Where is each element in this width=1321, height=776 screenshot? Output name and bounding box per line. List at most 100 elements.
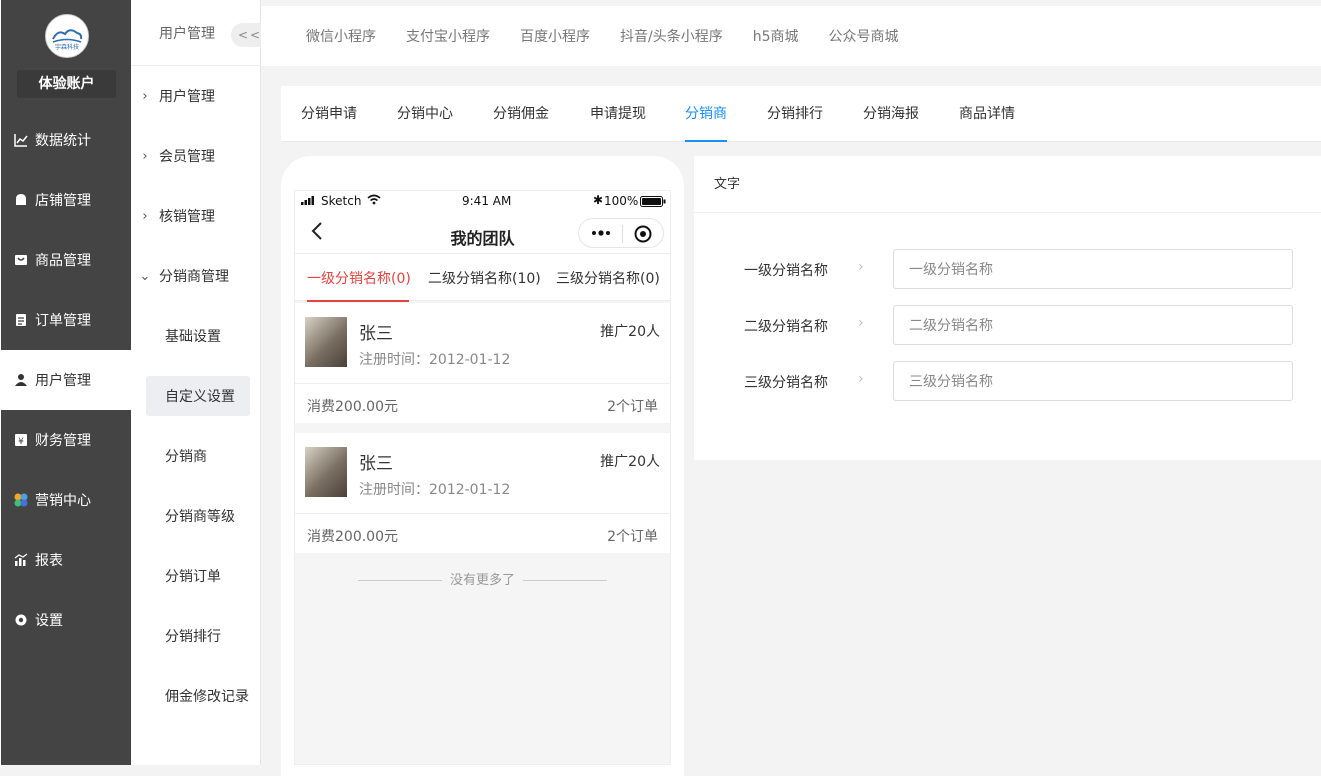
level2-name-input[interactable]: [893, 305, 1293, 345]
platform-h5-mall[interactable]: h5商城: [753, 26, 799, 46]
user-icon: [13, 372, 29, 388]
tab-distribution-apply[interactable]: 分销申请: [301, 86, 357, 142]
sidebar-item-label: 店铺管理: [35, 193, 91, 209]
svg-text:¥: ¥: [18, 437, 24, 447]
sub-item-distribution-orders[interactable]: 分销订单: [146, 556, 250, 596]
chevron-right-icon: ›: [858, 315, 864, 331]
sidebar-item-marketing[interactable]: 营销中心: [1, 470, 132, 530]
sidebar-item-label: 财务管理: [35, 433, 91, 449]
sub-group-label: 分销商管理: [159, 269, 229, 285]
level3-name-input[interactable]: [893, 361, 1293, 401]
finance-icon: ¥: [13, 432, 29, 448]
tab-distribution-ranking[interactable]: 分销排行: [767, 86, 823, 142]
sub-sidebar: 用户管理 << › 用户管理 › 会员管理 › 核销管理 ⌄ 分销商管理 基础设…: [131, 0, 261, 765]
more-icon[interactable]: [591, 225, 611, 245]
clock: 9:41 AM: [462, 194, 512, 208]
sub-item-basic-settings[interactable]: 基础设置: [146, 316, 250, 356]
avatar: [305, 317, 347, 367]
sub-item-distribution-ranking[interactable]: 分销排行: [146, 616, 250, 656]
sidebar-item-orders[interactable]: 订单管理: [1, 290, 132, 350]
sidebar-item-users[interactable]: 用户管理: [1, 350, 132, 410]
sidebar-item-shop[interactable]: 店铺管理: [1, 170, 132, 230]
report-icon: [13, 552, 29, 568]
sub-group-member-management[interactable]: › 会员管理: [131, 126, 261, 186]
chevron-right-icon: ›: [142, 88, 148, 104]
level-tab-third[interactable]: 三级分销名称(0): [556, 268, 660, 288]
tab-distribution-commission[interactable]: 分销佣金: [493, 86, 549, 142]
collapse-button[interactable]: <<: [231, 23, 261, 47]
member-orders: 2个订单: [607, 529, 658, 545]
member-reg-time: 注册时间：2012-01-12: [359, 352, 511, 368]
miniapp-capsule: [578, 218, 664, 248]
bluetooth-icon: ✱: [593, 193, 604, 207]
tab-product-detail[interactable]: 商品详情: [959, 86, 1015, 142]
phone-screen: Sketch 9:41 AM ✱ 100% 我的团队 一级分销名称(0) 二级分…: [294, 190, 671, 765]
settings-icon: [13, 612, 29, 628]
sidebar-item-settings[interactable]: 设置: [1, 590, 132, 650]
sidebar-item-reports[interactable]: 报表: [1, 530, 132, 590]
platform-wechat-miniapp[interactable]: 微信小程序: [306, 26, 376, 46]
chevron-down-icon: ⌄: [139, 268, 151, 284]
phone-nav-bar: 我的团队: [295, 213, 670, 253]
sub-group-distributor-management[interactable]: ⌄ 分销商管理: [131, 246, 261, 306]
level-tab-second[interactable]: 二级分销名称(10): [428, 268, 541, 288]
tab-distributor[interactable]: 分销商: [685, 86, 727, 142]
member-promo-count: 推广20人: [600, 324, 660, 340]
sidebar-item-finance[interactable]: ¥ 财务管理: [1, 410, 132, 470]
member-card-footer: 消费200.00元 2个订单: [295, 513, 670, 553]
tab-withdraw-apply[interactable]: 申请提现: [590, 86, 646, 142]
goods-icon: [13, 252, 29, 268]
chevron-right-icon: ›: [858, 371, 864, 387]
level-tab-first[interactable]: 一级分销名称(0): [307, 268, 411, 288]
sub-group-user-management[interactable]: › 用户管理: [131, 66, 261, 126]
sub-item-distributor-levels[interactable]: 分销商等级: [146, 496, 250, 536]
level-tab-indicator: [307, 300, 409, 302]
tab-distribution-poster[interactable]: 分销海报: [863, 86, 919, 142]
member-promo-count: 推广20人: [600, 454, 660, 470]
wifi-icon: [367, 194, 381, 208]
sub-group-label: 会员管理: [159, 149, 215, 165]
signal-icon: [301, 194, 317, 208]
sub-group-verification[interactable]: › 核销管理: [131, 186, 261, 246]
platform-alipay-miniapp[interactable]: 支付宝小程序: [406, 26, 490, 46]
level1-name-row: 一级分销名称 ›: [694, 249, 1321, 289]
platform-douyin-miniapp[interactable]: 抖音/头条小程序: [620, 26, 723, 46]
sub-item-commission-log[interactable]: 佣金修改记录: [146, 676, 250, 716]
sidebar-item-label: 用户管理: [35, 373, 91, 389]
no-more-indicator: 没有更多了: [295, 569, 670, 588]
sidebar-item-label: 数据统计: [35, 133, 91, 149]
panel-title: 文字: [694, 156, 1321, 213]
sub-item-custom-settings[interactable]: 自定义设置: [146, 376, 250, 416]
member-card[interactable]: 张三 注册时间：2012-01-12 推广20人 消费200.00元 2个订单: [295, 303, 670, 423]
carrier-label: Sketch: [321, 194, 362, 208]
member-card[interactable]: 张三 注册时间：2012-01-12 推广20人 消费200.00元 2个订单: [295, 433, 670, 553]
platform-baidu-miniapp[interactable]: 百度小程序: [520, 26, 590, 46]
account-label[interactable]: 体验账户: [17, 70, 116, 98]
platform-official-account-mall[interactable]: 公众号商城: [829, 26, 899, 46]
member-reg-time: 注册时间：2012-01-12: [359, 482, 511, 498]
sidebar-item-label: 商品管理: [35, 253, 91, 269]
level2-name-row: 二级分销名称 ›: [694, 305, 1321, 345]
member-spend: 消费200.00元: [307, 529, 398, 545]
sub-item-distributors[interactable]: 分销商: [146, 436, 250, 476]
member-card-footer: 消费200.00元 2个订单: [295, 383, 670, 423]
level1-name-input[interactable]: [893, 249, 1293, 289]
battery-icon: [640, 196, 666, 210]
sidebar-item-data-stats[interactable]: 数据统计: [1, 110, 132, 170]
level3-name-row: 三级分销名称 ›: [694, 361, 1321, 401]
no-more-text: 没有更多了: [449, 573, 515, 588]
marketing-icon: [13, 492, 29, 508]
status-bar: Sketch 9:41 AM ✱ 100%: [295, 191, 670, 213]
chevron-right-icon: ›: [142, 208, 148, 224]
tab-distribution-center[interactable]: 分销中心: [397, 86, 453, 142]
sidebar-item-goods[interactable]: 商品管理: [1, 230, 132, 290]
tab-bar: 分销申请 分销中心 分销佣金 申请提现 分销商 分销排行 分销海报 商品详情: [281, 86, 1321, 142]
sidebar-item-label: 订单管理: [35, 313, 91, 329]
member-spend: 消费200.00元: [307, 399, 398, 415]
sidebar-item-label: 报表: [35, 553, 63, 569]
platform-bar: 微信小程序 支付宝小程序 百度小程序 抖音/头条小程序 h5商城 公众号商城: [261, 6, 1321, 66]
sub-group-label: 用户管理: [159, 89, 215, 105]
member-name: 张三: [359, 324, 393, 344]
close-target-icon[interactable]: [634, 225, 652, 247]
level2-name-label: 二级分销名称: [744, 319, 828, 335]
